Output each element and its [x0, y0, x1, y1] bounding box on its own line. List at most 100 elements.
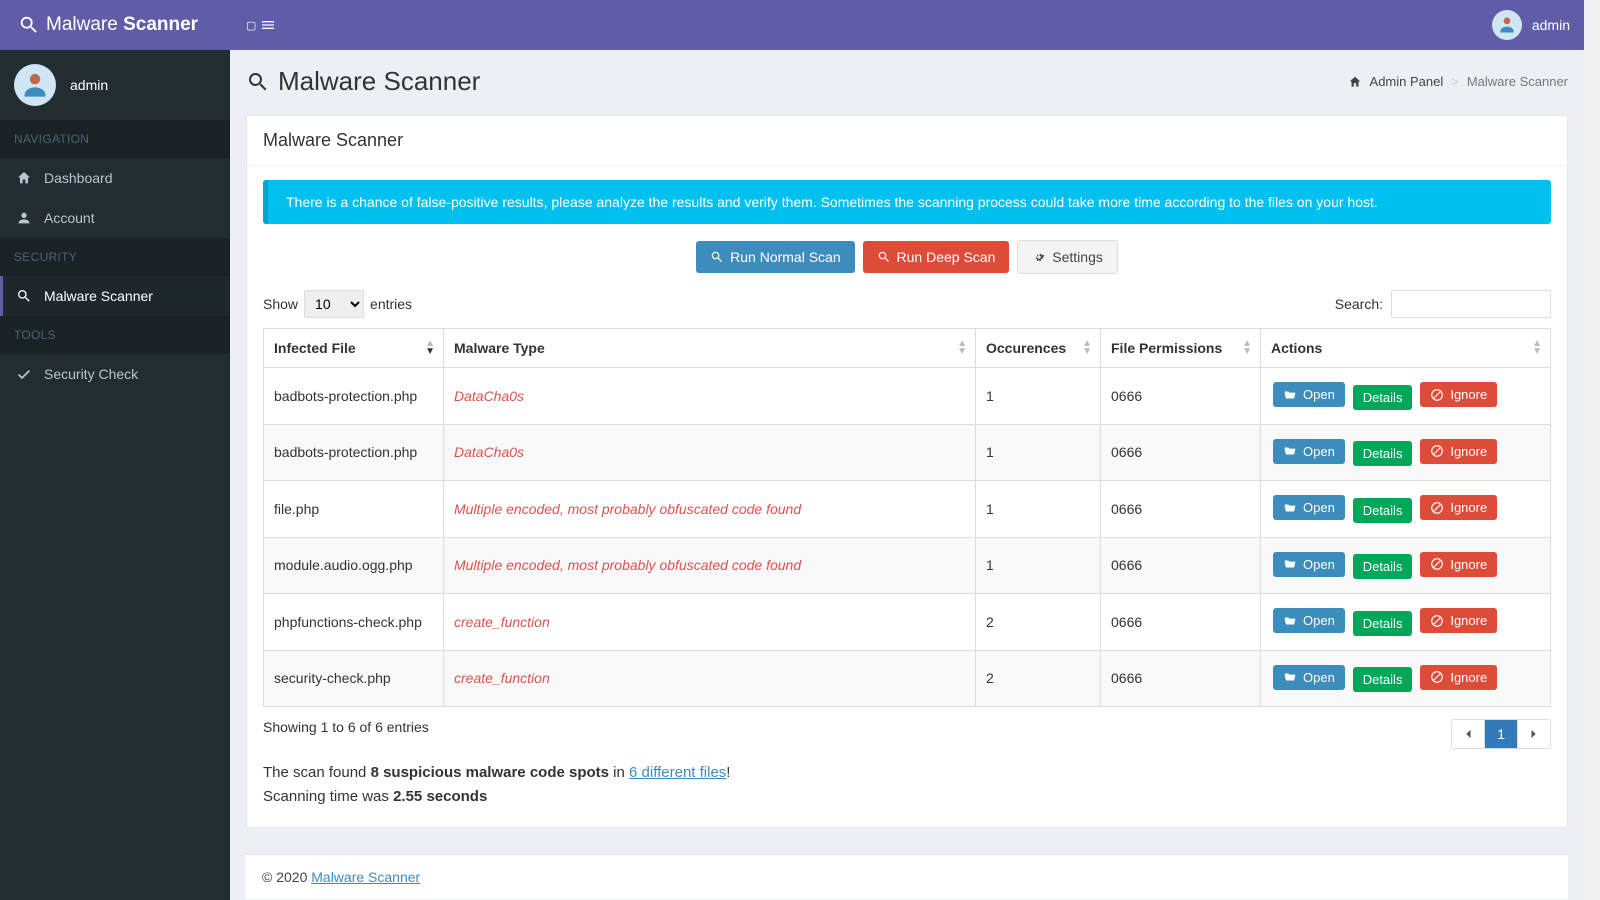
settings-button[interactable]: Settings	[1017, 240, 1118, 274]
cell-perm: 0666	[1101, 650, 1261, 707]
page-title: Malware Scanner	[246, 66, 480, 97]
cell-perm: 0666	[1101, 424, 1261, 481]
cell-type: DataCha0s	[444, 368, 976, 425]
cell-file: module.audio.ogg.php	[264, 537, 444, 594]
main-panel: Malware Scanner There is a chance of fal…	[246, 115, 1568, 828]
col-label: Infected File	[274, 340, 356, 356]
sort-icon: ▲▼	[957, 340, 967, 356]
ignore-button[interactable]: Ignore	[1420, 552, 1497, 577]
col-occurences[interactable]: Occurences▲▼	[976, 329, 1101, 368]
ignore-button[interactable]: Ignore	[1420, 382, 1497, 407]
details-button[interactable]: Details	[1353, 667, 1413, 692]
entries-select[interactable]: 10	[304, 290, 364, 318]
folder-open-icon	[1283, 501, 1297, 515]
page-title-text: Malware Scanner	[278, 66, 480, 97]
breadcrumb-sep: >	[1451, 74, 1459, 89]
col-malware-type[interactable]: Malware Type▲▼	[444, 329, 976, 368]
chevron-left-icon	[1464, 729, 1472, 739]
sidebar-section-tools: TOOLS	[0, 316, 230, 354]
search-icon	[16, 288, 32, 304]
search-icon	[710, 250, 724, 264]
sidebar-item-malware-scanner[interactable]: Malware Scanner	[0, 276, 230, 316]
details-button[interactable]: Details	[1353, 611, 1413, 636]
sidebar: admin NAVIGATION Dashboard Account SECUR…	[0, 50, 230, 900]
search-icon	[246, 70, 270, 94]
scrollbar-thumb[interactable]	[1584, 0, 1600, 32]
details-button[interactable]: Details	[1353, 441, 1413, 466]
folder-open-icon	[1283, 388, 1297, 402]
cell-occ: 1	[976, 368, 1101, 425]
ignore-button[interactable]: Ignore	[1420, 608, 1497, 633]
square-icon: ▢	[246, 19, 256, 32]
ban-icon	[1430, 670, 1444, 684]
table-row: badbots-protection.phpDataCha0s10666 Ope…	[264, 368, 1551, 425]
page-prev[interactable]	[1452, 720, 1485, 748]
table-row: security-check.phpcreate_function20666 O…	[264, 650, 1551, 707]
open-button[interactable]: Open	[1273, 495, 1345, 520]
open-button[interactable]: Open	[1273, 439, 1345, 464]
show-label-post: entries	[370, 296, 412, 312]
app-logo[interactable]: Malware Scanner	[0, 0, 230, 50]
col-file-permissions[interactable]: File Permissions▲▼	[1101, 329, 1261, 368]
footer-link[interactable]: Malware Scanner	[311, 869, 420, 885]
sidebar-item-dashboard[interactable]: Dashboard	[0, 158, 230, 198]
open-button[interactable]: Open	[1273, 382, 1345, 407]
show-label-pre: Show	[263, 296, 298, 312]
table-row: badbots-protection.phpDataCha0s10666 Ope…	[264, 424, 1551, 481]
sidebar-item-security-check[interactable]: Security Check	[0, 354, 230, 394]
page-header: Malware Scanner Admin Panel > Malware Sc…	[246, 66, 1568, 97]
ignore-button[interactable]: Ignore	[1420, 495, 1497, 520]
sort-icon: ▲▼	[1532, 340, 1542, 356]
logo-bold: Scanner	[123, 14, 198, 36]
cell-occ: 1	[976, 537, 1101, 594]
ban-icon	[1430, 557, 1444, 571]
cell-file: file.php	[264, 481, 444, 538]
info-alert: There is a chance of false-positive resu…	[263, 180, 1551, 224]
col-label: Occurences	[986, 340, 1066, 356]
col-infected-file[interactable]: Infected File ▲▼	[264, 329, 444, 368]
table-row: phpfunctions-check.phpcreate_function206…	[264, 594, 1551, 651]
cell-file: security-check.php	[264, 650, 444, 707]
ban-icon	[1430, 614, 1444, 628]
ignore-button[interactable]: Ignore	[1420, 665, 1497, 690]
table-header-row: Infected File ▲▼ Malware Type▲▼ Occurence…	[264, 329, 1551, 368]
sort-icon: ▲▼	[1242, 340, 1252, 356]
details-button[interactable]: Details	[1353, 498, 1413, 523]
page-next[interactable]	[1518, 720, 1550, 748]
header-user[interactable]: admin	[1492, 10, 1600, 40]
folder-open-icon	[1283, 614, 1297, 628]
sidebar-toggle[interactable]: ▢	[230, 0, 292, 50]
sort-icon: ▲▼	[425, 340, 435, 356]
sidebar-item-account[interactable]: Account	[0, 198, 230, 238]
details-button[interactable]: Details	[1353, 554, 1413, 579]
open-button[interactable]: Open	[1273, 665, 1345, 690]
open-button[interactable]: Open	[1273, 552, 1345, 577]
logo-thin: Malware	[46, 14, 118, 36]
open-button[interactable]: Open	[1273, 608, 1345, 633]
footer-copyright: © 2020	[262, 869, 311, 885]
run-deep-scan-button[interactable]: Run Deep Scan	[863, 241, 1010, 273]
breadcrumb-current: Malware Scanner	[1467, 74, 1568, 89]
top-header: Malware Scanner ▢ admin	[0, 0, 1600, 50]
folder-open-icon	[1283, 557, 1297, 571]
details-button[interactable]: Details	[1353, 385, 1413, 410]
cell-type: create_function	[444, 650, 976, 707]
summary-files-link[interactable]: 6 different files	[629, 764, 726, 781]
sidebar-section-navigation: NAVIGATION	[0, 120, 230, 158]
page-1[interactable]: 1	[1485, 720, 1518, 748]
datatable-top: Show 10 entries Search:	[263, 290, 1551, 318]
ban-icon	[1430, 388, 1444, 402]
sidebar-user-panel: admin	[0, 50, 230, 120]
col-label: Actions	[1271, 340, 1322, 356]
sidebar-item-label: Dashboard	[44, 170, 113, 186]
run-normal-scan-button[interactable]: Run Normal Scan	[696, 241, 855, 273]
tachometer-icon	[16, 170, 32, 186]
search-input[interactable]	[1391, 290, 1551, 318]
ignore-button[interactable]: Ignore	[1420, 439, 1497, 464]
breadcrumb-home[interactable]: Admin Panel	[1370, 74, 1444, 89]
search-icon	[18, 14, 40, 36]
cell-perm: 0666	[1101, 481, 1261, 538]
summary-text: Scanning time was	[263, 788, 393, 805]
cell-file: phpfunctions-check.php	[264, 594, 444, 651]
col-actions[interactable]: Actions ▲▼	[1261, 329, 1551, 368]
